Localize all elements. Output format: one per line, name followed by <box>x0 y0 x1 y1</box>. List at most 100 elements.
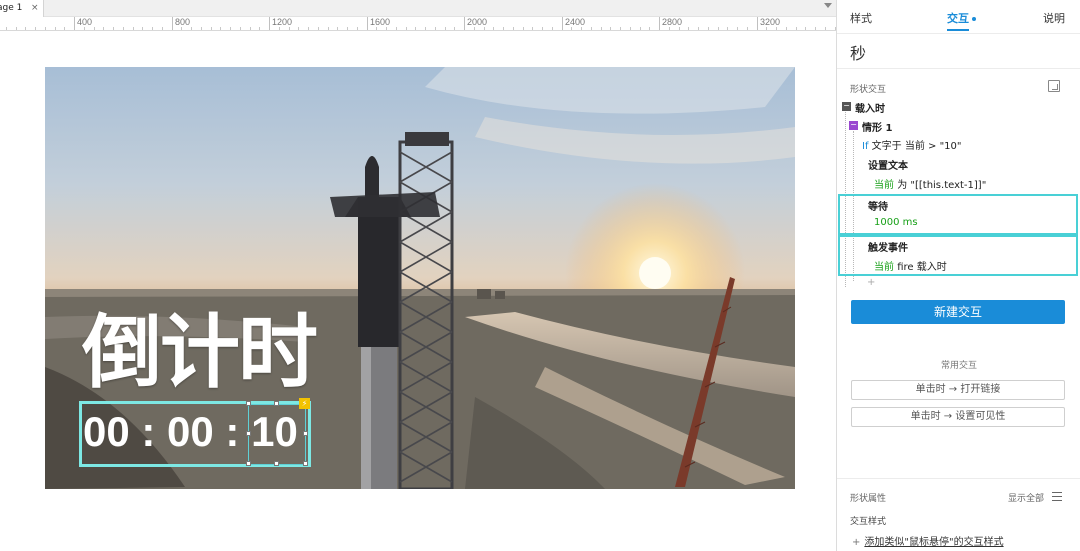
ruler-tick <box>679 27 680 30</box>
ruler-tick <box>45 27 46 30</box>
tab-notes[interactable]: 说明 <box>1043 10 1065 26</box>
inspector-tabs: 样式 交互 说明 <box>837 0 1080 34</box>
page-tab-bar: age 1 × <box>0 0 836 17</box>
ruler-tick <box>308 27 309 30</box>
design-canvas[interactable]: age 1 × 400 800 1200 1600 2000 2400 2800 3200 <box>0 0 836 551</box>
ruler-tick <box>737 27 738 30</box>
ruler-tick <box>649 27 650 30</box>
action-detail-text[interactable]: 1000 ms <box>874 217 918 228</box>
tab-interaction[interactable]: 交互 <box>947 10 976 26</box>
interaction-style-label: 交互样式 <box>850 517 887 527</box>
ruler-major-tick <box>269 17 270 30</box>
ruler-tick <box>133 27 134 30</box>
ruler-label: 1200 <box>272 17 293 27</box>
ruler-tick <box>220 27 221 30</box>
section-label: 形状交互 <box>850 85 887 95</box>
add-interaction-style[interactable]: + 添加类似"鼠标悬停"的交互样式 <box>852 533 1004 548</box>
ruler-tick <box>6 27 7 30</box>
page-tab[interactable]: age 1 × <box>0 0 44 17</box>
ruler-tick <box>425 27 426 30</box>
ruler-tick <box>718 27 719 30</box>
resize-handle[interactable] <box>246 431 251 436</box>
ruler-tick <box>435 27 436 30</box>
ruler-tick <box>815 27 816 30</box>
ruler-tick <box>16 27 17 30</box>
action-detail[interactable]: 当前 fire 载入时 <box>874 258 947 273</box>
ruler-tick <box>571 27 572 30</box>
action-title[interactable]: 触发事件 <box>868 239 908 254</box>
tab-interaction-label: 交互 <box>947 12 969 25</box>
resize-handle[interactable] <box>246 401 251 406</box>
action-title[interactable]: 设置文本 <box>868 157 908 172</box>
app-window: age 1 × 400 800 1200 1600 2000 2400 2800 3200 <box>0 0 1080 551</box>
ruler-label: 2000 <box>467 17 488 27</box>
ruler-tick <box>523 27 524 30</box>
add-action-icon[interactable]: + <box>867 277 875 288</box>
resize-handle[interactable] <box>274 461 279 466</box>
ruler-tick <box>94 27 95 30</box>
minus-icon[interactable]: − <box>842 102 851 111</box>
chevron-down-icon[interactable] <box>824 3 832 8</box>
action-title[interactable]: 等待 <box>868 198 888 213</box>
case-condition[interactable]: If 文字于 当前 > "10" <box>862 137 962 152</box>
ruler-tick <box>591 27 592 30</box>
ruler-tick <box>552 27 553 30</box>
ruler-tick <box>532 27 533 30</box>
ruler-tick <box>328 27 329 30</box>
ruler-tick <box>279 27 280 30</box>
minus-icon[interactable]: − <box>849 121 858 130</box>
ruler-tick <box>152 27 153 30</box>
action-target: 当前 <box>874 262 894 273</box>
ruler-tick <box>64 27 65 30</box>
ruler-tick <box>805 27 806 30</box>
case-label[interactable]: 情形 1 <box>862 119 892 134</box>
ruler-tick <box>503 27 504 30</box>
ruler-major-tick <box>757 17 758 30</box>
new-interaction-button[interactable]: 新建交互 <box>851 300 1065 324</box>
tab-style[interactable]: 样式 <box>850 10 872 26</box>
page-tab-label: age 1 <box>0 3 23 13</box>
resize-handle[interactable] <box>246 461 251 466</box>
ruler-tick <box>601 27 602 30</box>
ruler-label: 2800 <box>662 17 683 27</box>
seconds-selection[interactable] <box>248 404 306 465</box>
ruler-tick <box>230 27 231 30</box>
add-style-link[interactable]: 添加类似"鼠标悬停"的交互样式 <box>864 537 1003 548</box>
ruler-tick <box>542 27 543 30</box>
close-icon[interactable]: × <box>31 0 39 16</box>
click-open-link-button[interactable]: 单击时 → 打开链接 <box>851 380 1065 400</box>
countdown-title: 倒计时 <box>82 306 318 399</box>
lightning-icon: ⚡ <box>299 398 310 409</box>
active-tab-underline <box>947 29 969 31</box>
ruler-tick <box>610 27 611 30</box>
action-detail-text: 为 "[[this.text-1]]" <box>897 180 987 191</box>
ruler-tick <box>250 27 251 30</box>
ruler-tick <box>376 27 377 30</box>
horizontal-ruler: 400 800 1200 1600 2000 2400 2800 3200 <box>0 17 836 31</box>
resize-handle[interactable] <box>303 461 308 466</box>
ruler-tick <box>474 27 475 30</box>
resize-handle[interactable] <box>303 431 308 436</box>
ruler-tick <box>493 27 494 30</box>
shape-name[interactable]: 秒 <box>850 40 866 64</box>
ruler-tick <box>825 27 826 30</box>
ruler-tick <box>84 27 85 30</box>
ruler-label: 800 <box>175 17 191 27</box>
ruler-tick <box>201 27 202 30</box>
ruler-tick <box>123 27 124 30</box>
ruler-tick <box>581 27 582 30</box>
event-label[interactable]: 载入时 <box>855 100 885 115</box>
ruler-major-tick <box>562 17 563 30</box>
ruler-label: 3200 <box>760 17 781 27</box>
show-all-link[interactable]: 显示全部 <box>1008 491 1044 504</box>
click-set-visibility-button[interactable]: 单击时 → 设置可见性 <box>851 407 1065 427</box>
collapse-icon[interactable] <box>1048 80 1060 92</box>
ruler-tick <box>669 27 670 30</box>
ruler-tick <box>445 27 446 30</box>
ruler-label: 400 <box>77 17 93 27</box>
menu-icon[interactable] <box>1052 492 1062 501</box>
action-detail[interactable]: 当前 为 "[[this.text-1]]" <box>874 176 986 191</box>
ruler-tick <box>259 27 260 30</box>
resize-handle[interactable] <box>274 401 279 406</box>
ruler-major-tick <box>367 17 368 30</box>
